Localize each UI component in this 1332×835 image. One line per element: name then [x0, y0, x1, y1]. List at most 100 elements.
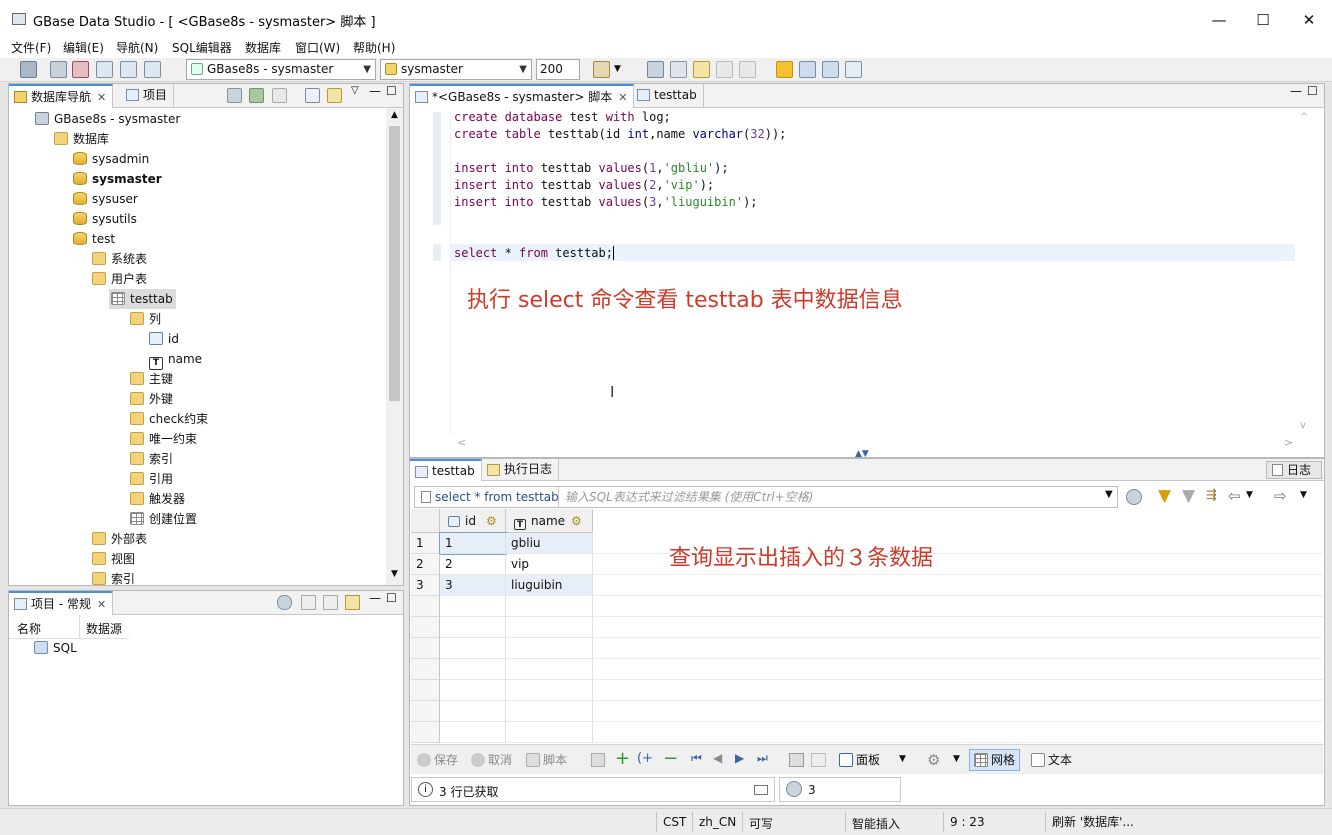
- tree-scrollbar[interactable]: ▲ ▼: [386, 108, 403, 585]
- console-icon[interactable]: [754, 785, 768, 795]
- maximize-view-icon[interactable]: ☐: [1307, 84, 1318, 98]
- tab-result-testtab[interactable]: testtab: [410, 459, 482, 481]
- tab-testtab[interactable]: testtab: [632, 84, 704, 108]
- cell-name[interactable]: gbliu: [506, 533, 593, 554]
- cell-name[interactable]: [506, 659, 593, 680]
- grid-view-button[interactable]: 网格: [969, 749, 1021, 771]
- link-icon[interactable]: [345, 595, 360, 610]
- scroll-up-icon[interactable]: ▲: [391, 110, 398, 120]
- query-label[interactable]: select * from testtab: [415, 487, 559, 507]
- menu-file[interactable]: 文件(F): [11, 39, 51, 56]
- tab-project-general[interactable]: 项目 - 常规 ✕: [9, 591, 114, 615]
- tree-item[interactable]: GBase8s - sysmaster: [35, 109, 180, 129]
- save-button[interactable]: 保存: [417, 751, 458, 769]
- scroll-left-icon[interactable]: <: [457, 436, 466, 449]
- tree-item[interactable]: 用户表: [92, 269, 147, 289]
- cancel-button[interactable]: 取消: [471, 751, 512, 769]
- last-page-icon[interactable]: ⏭: [757, 751, 768, 766]
- tab-project[interactable]: 项目: [121, 84, 175, 108]
- chevron-down-icon[interactable]: ▼: [953, 754, 960, 764]
- cell-id[interactable]: [440, 596, 506, 617]
- menu-navigate[interactable]: 导航(N): [116, 39, 158, 56]
- link-editor-icon[interactable]: [327, 88, 342, 103]
- menu-help[interactable]: 帮助(H): [353, 39, 395, 56]
- row-number[interactable]: [411, 722, 440, 743]
- row-number[interactable]: [411, 596, 440, 617]
- tree-item[interactable]: 索引: [130, 449, 173, 469]
- tab-database-navigator[interactable]: 数据库导航 ✕: [9, 84, 114, 108]
- filter-history-icon[interactable]: ⇶: [1206, 488, 1217, 503]
- close-button[interactable]: ✕: [1286, 8, 1332, 32]
- collapse-all-icon[interactable]: [305, 88, 320, 103]
- tree-item[interactable]: sysuser: [73, 189, 138, 209]
- row-number[interactable]: 1: [411, 533, 440, 554]
- view-menu-icon[interactable]: ▽: [351, 85, 359, 96]
- result-limit-input[interactable]: 200: [536, 59, 580, 80]
- expand-icon[interactable]: [323, 595, 338, 610]
- prev-icon[interactable]: ◀: [713, 751, 722, 765]
- tree-item[interactable]: 外部表: [92, 529, 147, 549]
- maximize-view-icon[interactable]: ☐: [386, 84, 397, 98]
- clear-filter-icon[interactable]: ▼: [1182, 486, 1195, 506]
- tree-item[interactable]: 唯一约束: [130, 429, 197, 449]
- cell-id[interactable]: [440, 638, 506, 659]
- fetch-all-icon[interactable]: [811, 753, 826, 767]
- cell-name[interactable]: [506, 701, 593, 722]
- scrollbar-thumb[interactable]: [389, 126, 400, 401]
- cell-id[interactable]: [440, 617, 506, 638]
- scroll-up-icon[interactable]: ^: [1300, 112, 1308, 123]
- rollback-icon[interactable]: [670, 61, 687, 78]
- maximize-view-icon[interactable]: ☐: [386, 591, 397, 605]
- cell-id[interactable]: 3: [440, 575, 506, 596]
- invalidate-icon[interactable]: [72, 61, 89, 78]
- row-number[interactable]: [411, 617, 440, 638]
- recent-script-icon[interactable]: [144, 61, 161, 78]
- settings-icon[interactable]: [227, 88, 242, 103]
- database-selector[interactable]: sysmaster ▼: [380, 59, 532, 80]
- code-line-9[interactable]: select * from testtab;: [454, 245, 614, 262]
- cell-id[interactable]: [440, 701, 506, 722]
- sort-icon[interactable]: ⚙: [571, 509, 582, 533]
- redo-icon[interactable]: [716, 61, 733, 78]
- tree-item[interactable]: Tname: [149, 349, 202, 370]
- connection-selector[interactable]: GBase8s - sysmaster ▼: [186, 59, 376, 80]
- row-number[interactable]: [411, 701, 440, 722]
- tree-item[interactable]: sysadmin: [73, 149, 149, 169]
- close-icon[interactable]: ✕: [618, 91, 627, 104]
- scroll-right-icon[interactable]: >: [1284, 436, 1293, 449]
- column-header-name[interactable]: Tname ⚙: [506, 509, 593, 533]
- analyze-icon[interactable]: [822, 61, 839, 78]
- delete-row-icon[interactable]: −: [663, 748, 678, 769]
- menu-edit[interactable]: 编辑(E): [63, 39, 104, 56]
- log-button[interactable]: 日志: [1266, 461, 1322, 479]
- code-line-1[interactable]: create database test with log;: [454, 109, 671, 126]
- format-icon[interactable]: [845, 61, 862, 78]
- cell-name[interactable]: vip: [506, 554, 593, 575]
- minimize-view-icon[interactable]: —: [369, 591, 381, 605]
- tree-item[interactable]: sysmaster: [73, 169, 162, 189]
- close-icon[interactable]: ✕: [97, 91, 106, 104]
- disconnect-icon[interactable]: [50, 61, 67, 78]
- commit-icon[interactable]: [647, 61, 664, 78]
- text-view-button[interactable]: 文本: [1031, 751, 1072, 769]
- tree-item[interactable]: 视图: [92, 549, 135, 569]
- filter-input[interactable]: 输入SQL表达式来过滤结果集 (使用Ctrl+空格): [565, 488, 1105, 506]
- code-line-6[interactable]: insert into testtab values(3,'liuguibin'…: [454, 194, 758, 211]
- cell-id[interactable]: [440, 722, 506, 743]
- cell-name[interactable]: liuguibin: [506, 575, 593, 596]
- cell-name[interactable]: [506, 722, 593, 743]
- tree-item[interactable]: 创建位置: [130, 509, 197, 529]
- history-icon[interactable]: [739, 61, 756, 78]
- chevron-down-icon[interactable]: ▼: [614, 61, 624, 78]
- tree-item[interactable]: id: [149, 329, 179, 349]
- filter-icon[interactable]: ▼: [1158, 486, 1171, 506]
- tree-item[interactable]: testtab: [109, 289, 176, 309]
- add-row-icon[interactable]: +: [615, 748, 630, 769]
- collapse-icon[interactable]: [301, 595, 316, 610]
- back-arrow-icon[interactable]: ⇦: [1228, 487, 1241, 505]
- execute-icon[interactable]: [776, 61, 793, 78]
- first-page-icon[interactable]: ⏮: [691, 751, 702, 766]
- tab-execution-log[interactable]: 执行日志: [482, 459, 560, 481]
- sort-icon[interactable]: ⚙: [486, 509, 497, 533]
- refresh-icon[interactable]: [786, 781, 802, 797]
